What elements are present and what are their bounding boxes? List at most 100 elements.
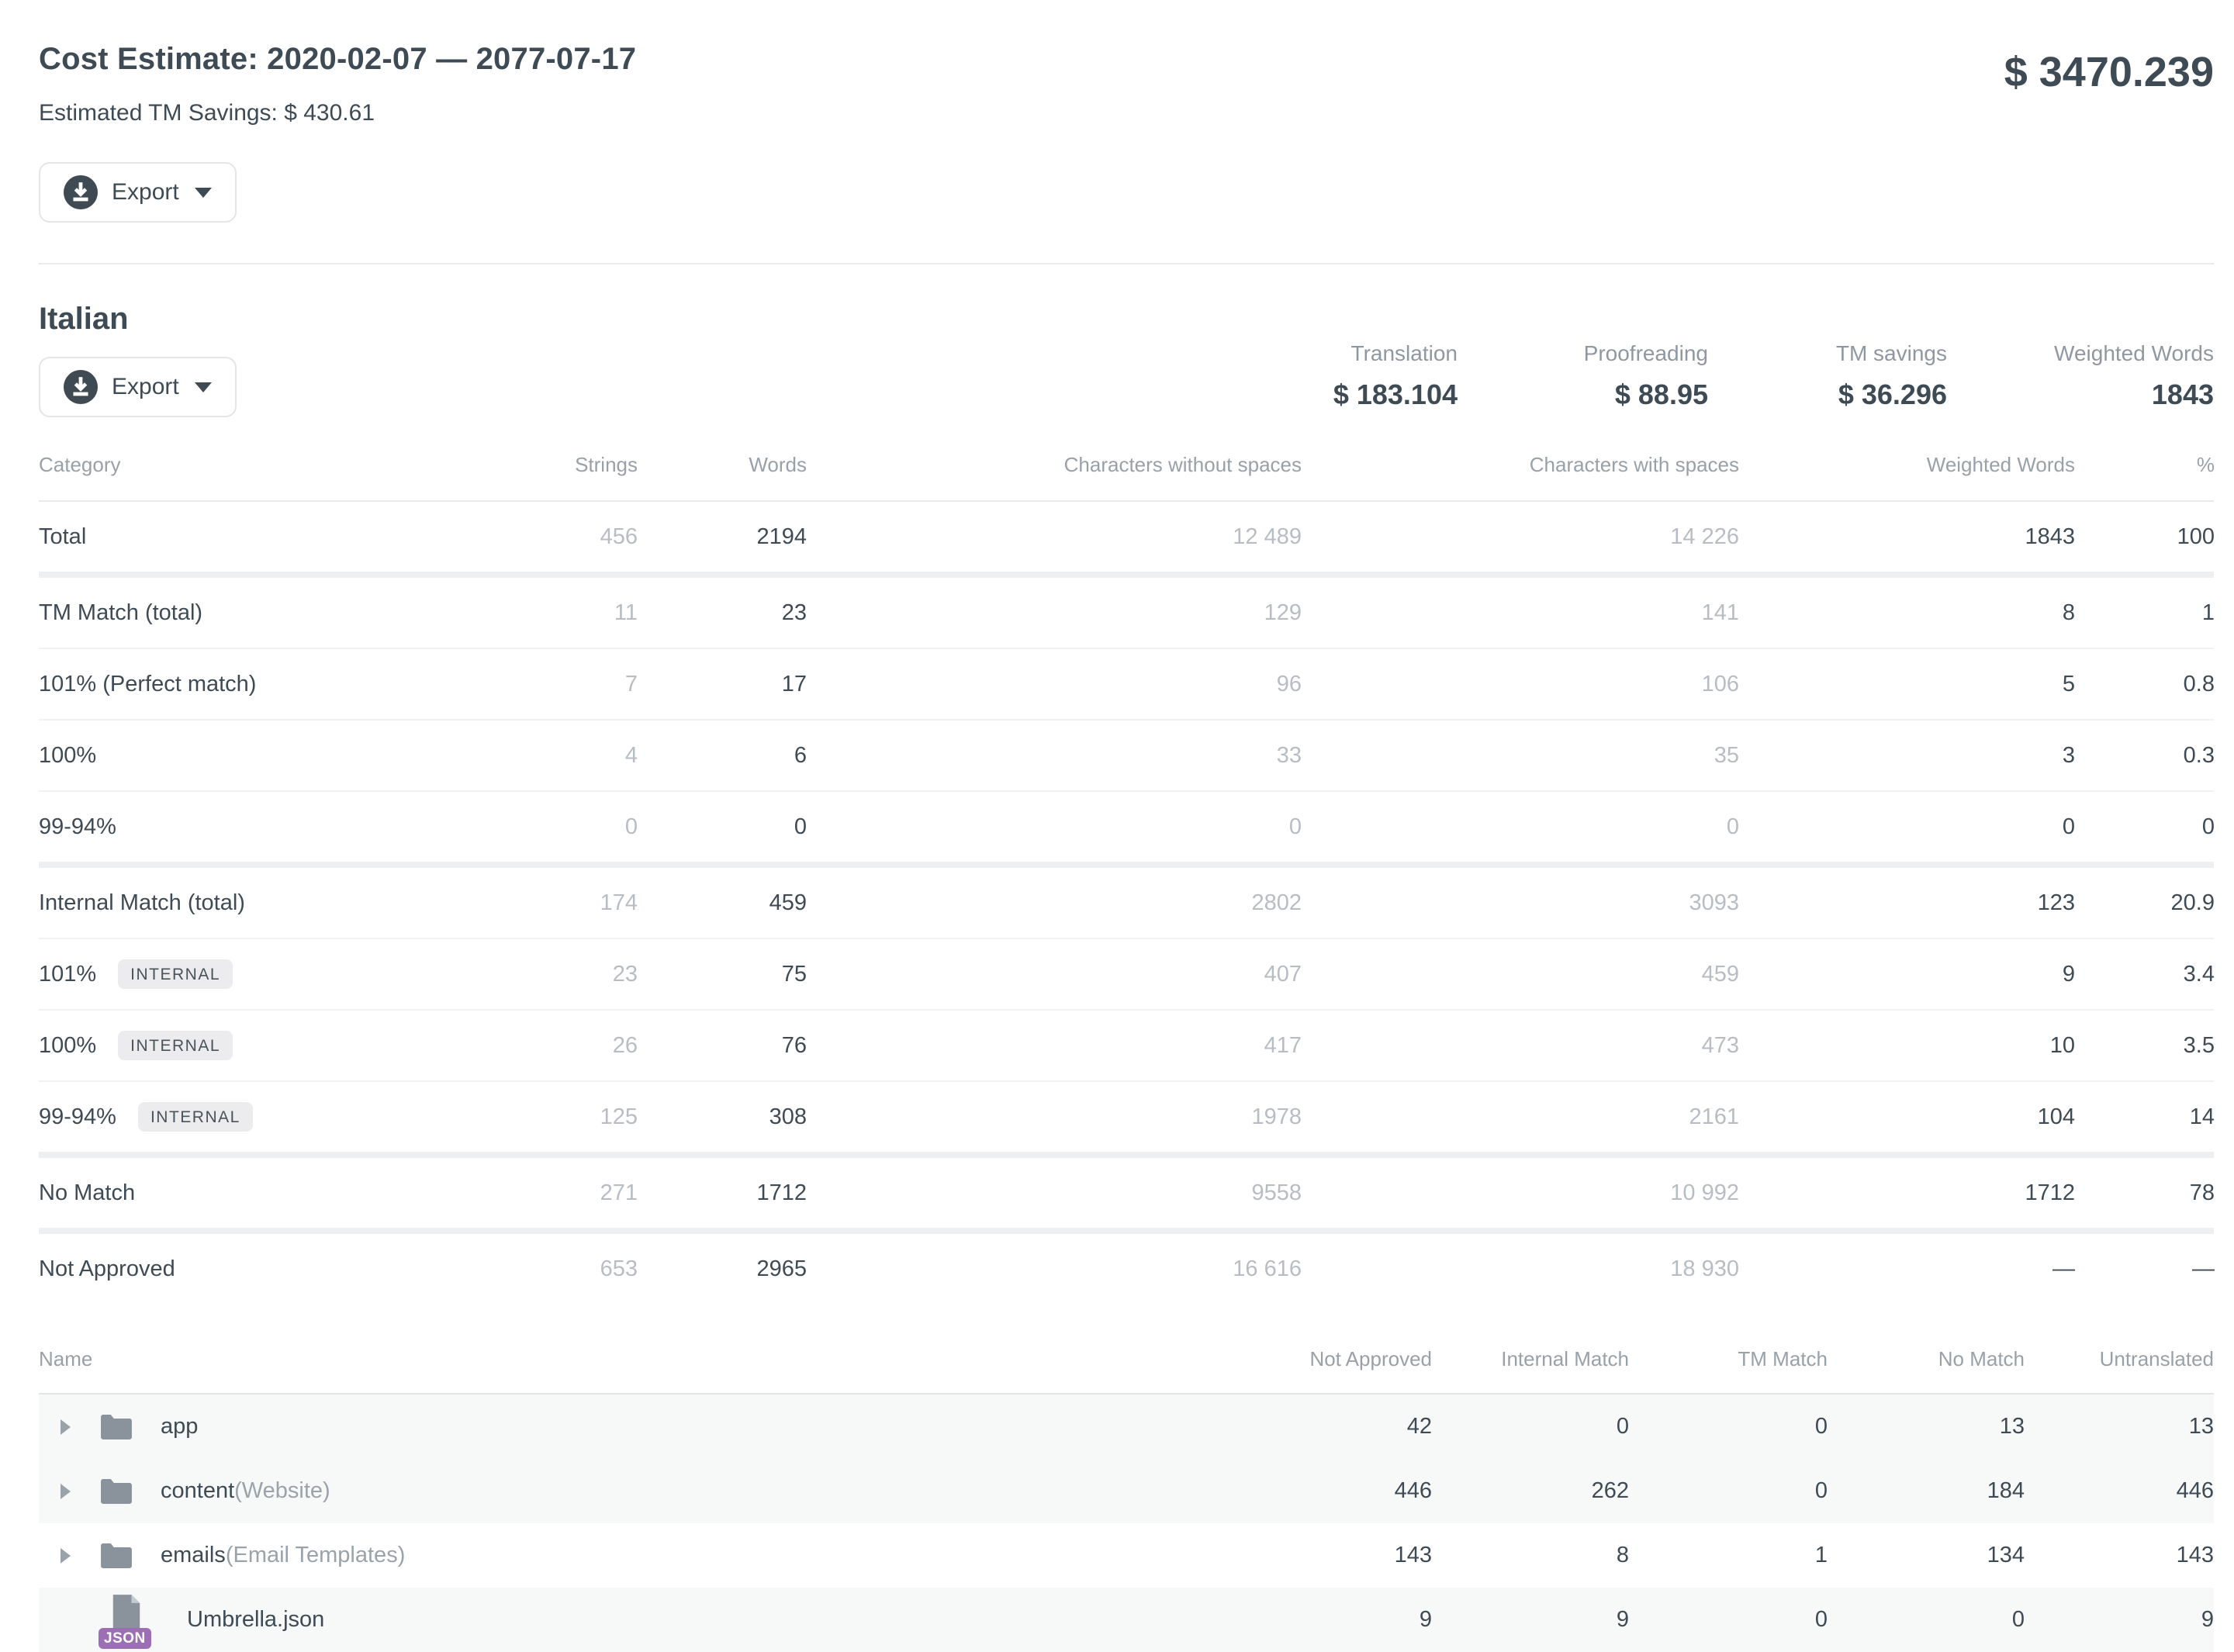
expand-caret-icon[interactable] — [61, 1548, 71, 1564]
internal-badge: INTERNAL — [118, 959, 233, 989]
stat-label: TM savings — [1708, 341, 1947, 366]
grand-total: $ 3470.239 — [2004, 48, 2214, 96]
cell-words: 23 — [638, 600, 807, 626]
cell-percent: 100 — [2075, 524, 2215, 550]
cell-weighted: 104 — [1739, 1104, 2075, 1130]
expand-caret-icon[interactable] — [61, 1484, 71, 1499]
cell-words: 6 — [638, 743, 807, 769]
folder-icon — [99, 1541, 134, 1571]
col-chars-with-spaces: Characters with spaces — [1302, 453, 1739, 477]
page-header-left: Cost Estimate: 2020-02-07 — 2077-07-17 E… — [39, 42, 636, 223]
stat-translation: Translation $ 183.104 — [1225, 341, 1458, 411]
category-label: 101% — [39, 962, 96, 987]
cost-table-group: Total456219412 48914 2261843100 — [39, 502, 2214, 572]
col-name: Name — [39, 1347, 1086, 1371]
language-export-button[interactable]: Export — [39, 357, 237, 417]
cell-chars_with: 459 — [1302, 962, 1739, 987]
cost-table-row: 100%46333530.3 — [39, 719, 2214, 790]
page-title: Cost Estimate: 2020-02-07 — 2077-07-17 — [39, 42, 636, 77]
cell-percent: 3.4 — [2075, 962, 2215, 987]
cell-tm_match: 0 — [1629, 1414, 1828, 1439]
download-icon — [64, 370, 98, 404]
cell-strings: 7 — [310, 672, 638, 697]
col-category: Category — [39, 453, 310, 477]
cell-words: 308 — [638, 1104, 807, 1130]
file-name-note: (Website) — [234, 1478, 330, 1503]
col-words: Words — [638, 453, 807, 477]
cell-percent: 0.3 — [2075, 743, 2215, 769]
cell-strings: 11 — [310, 600, 638, 626]
cell-untranslated: 143 — [2025, 1543, 2214, 1568]
cell-chars_without: 2802 — [807, 890, 1302, 916]
cell-percent: 0.8 — [2075, 672, 2215, 697]
file-row[interactable]: app42001313 — [39, 1395, 2214, 1459]
category-cell: Total — [39, 524, 310, 550]
stat-value: $ 36.296 — [1708, 378, 1947, 411]
cell-weighted: — — [1739, 1256, 2075, 1282]
category-label: Total — [39, 524, 86, 550]
group-separator — [39, 862, 2214, 868]
category-cell: 100% — [39, 743, 310, 769]
category-cell: No Match — [39, 1180, 310, 1206]
cell-internal_match: 0 — [1432, 1414, 1629, 1439]
cost-table-row: 99-94%000000 — [39, 790, 2214, 862]
col-not-approved: Not Approved — [1086, 1347, 1432, 1371]
col-untranslated: Untranslated — [2025, 1347, 2214, 1371]
cell-weighted: 8 — [1739, 600, 2075, 626]
cost-table-group: TM Match (total)112312914181101% (Perfec… — [39, 578, 2214, 862]
cost-table-row: 99-94%INTERNAL1253081978216110414 — [39, 1080, 2214, 1152]
cell-chars_without: 16 616 — [807, 1256, 1302, 1282]
file-name-cell: content(Website) — [39, 1477, 1086, 1506]
internal-badge: INTERNAL — [118, 1031, 233, 1060]
export-button[interactable]: Export — [39, 162, 237, 223]
file-row[interactable]: emails(Email Templates)14381134143 — [39, 1523, 2214, 1588]
cost-table-group: Internal Match (total)174459280230931232… — [39, 868, 2214, 1152]
cell-percent: 20.9 — [2075, 890, 2215, 916]
stat-label: Weighted Words — [1947, 341, 2214, 366]
cell-chars_with: 141 — [1302, 600, 1739, 626]
chevron-down-icon — [195, 382, 212, 392]
tm-savings-subtitle: Estimated TM Savings: $ 430.61 — [39, 100, 636, 126]
group-separator — [39, 1152, 2214, 1158]
category-label: No Match — [39, 1180, 135, 1206]
file-name-label: content(Website) — [161, 1478, 330, 1504]
file-name-label: app — [161, 1414, 198, 1439]
cost-table-group: Not Approved653296516 61618 930—— — [39, 1234, 2214, 1304]
expand-caret-icon[interactable] — [61, 1419, 71, 1435]
file-row[interactable]: content(Website)4462620184446 — [39, 1459, 2214, 1523]
cell-chars_without: 1978 — [807, 1104, 1302, 1130]
cell-chars_without: 96 — [807, 672, 1302, 697]
file-name-note: (Email Templates) — [226, 1543, 406, 1567]
col-internal-match: Internal Match — [1432, 1347, 1629, 1371]
cell-words: 75 — [638, 962, 807, 987]
category-cell: 100%INTERNAL — [39, 1031, 310, 1060]
cell-strings: 4 — [310, 743, 638, 769]
cost-table-row: Internal Match (total)174459280230931232… — [39, 868, 2214, 938]
cell-words: 2965 — [638, 1256, 807, 1282]
cell-strings: 23 — [310, 962, 638, 987]
category-cell: Not Approved — [39, 1256, 310, 1282]
folder-icon — [99, 1477, 134, 1506]
cost-table-row: No Match2711712955810 992171278 — [39, 1158, 2214, 1228]
cell-untranslated: 9 — [2025, 1607, 2214, 1633]
cell-percent: — — [2075, 1256, 2215, 1282]
cell-untranslated: 446 — [2025, 1478, 2214, 1504]
stat-weighted-words: Weighted Words 1843 — [1947, 341, 2214, 411]
cell-chars_with: 35 — [1302, 743, 1739, 769]
group-separator — [39, 572, 2214, 578]
export-button-label: Export — [112, 374, 179, 400]
category-label: 99-94% — [39, 814, 116, 840]
file-row[interactable]: JSONUmbrella.json99009 — [39, 1588, 2214, 1652]
json-badge: JSON — [99, 1628, 151, 1649]
col-percent: % — [2075, 453, 2215, 477]
cell-percent: 3.5 — [2075, 1033, 2215, 1059]
cell-chars_with: 0 — [1302, 814, 1739, 840]
stat-label: Proofreading — [1458, 341, 1708, 366]
cell-no_match: 184 — [1828, 1478, 2025, 1504]
cell-internal_match: 8 — [1432, 1543, 1629, 1568]
cell-strings: 26 — [310, 1033, 638, 1059]
cell-chars_without: 12 489 — [807, 524, 1302, 550]
cost-table-row: Not Approved653296516 61618 930—— — [39, 1234, 2214, 1304]
cost-table-group: No Match2711712955810 992171278 — [39, 1158, 2214, 1228]
cost-table-body: Total456219412 48914 2261843100TM Match … — [39, 502, 2214, 1304]
